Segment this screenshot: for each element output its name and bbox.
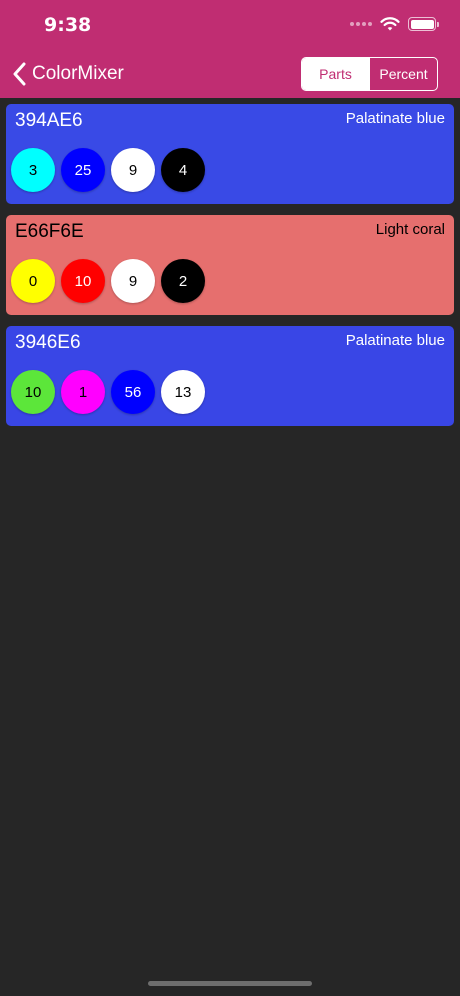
color-part-circle[interactable]: 9: [111, 259, 155, 303]
chevron-left-icon: [13, 62, 26, 86]
parts-row: 0 10 9 2: [11, 259, 205, 303]
color-part-circle[interactable]: 1: [61, 370, 105, 414]
color-mix-card[interactable]: 3946E6 Palatinate blue 10 1 56 13: [6, 326, 454, 426]
color-part-circle[interactable]: 56: [111, 370, 155, 414]
back-label: ColorMixer: [32, 63, 124, 84]
color-part-circle[interactable]: 10: [61, 259, 105, 303]
cellular-signal-icon: [350, 22, 372, 26]
color-name: Palatinate blue: [345, 110, 445, 127]
color-mix-card[interactable]: 394AE6 Palatinate blue 3 25 9 4: [6, 104, 454, 204]
parts-row: 10 1 56 13: [11, 370, 205, 414]
screen: 9:38 ColorMixer Parts Percent 394AE6 Pala…: [0, 0, 460, 996]
home-indicator: [148, 981, 312, 986]
status-icons: [350, 16, 439, 32]
color-part-circle[interactable]: 2: [161, 259, 205, 303]
back-button[interactable]: ColorMixer: [12, 60, 124, 88]
color-part-circle[interactable]: 9: [111, 148, 155, 192]
hex-code: E66F6E: [15, 221, 84, 242]
color-name: Palatinate blue: [345, 332, 445, 349]
segment-parts[interactable]: Parts: [302, 58, 369, 90]
wifi-icon: [380, 17, 400, 31]
color-part-circle[interactable]: 25: [61, 148, 105, 192]
color-part-circle[interactable]: 3: [11, 148, 55, 192]
navigation-header: 9:38 ColorMixer Parts Percent: [0, 0, 460, 98]
battery-icon: [408, 17, 439, 31]
color-mix-card[interactable]: E66F6E Light coral 0 10 9 2: [6, 215, 454, 315]
color-part-circle[interactable]: 4: [161, 148, 205, 192]
color-part-circle[interactable]: 10: [11, 370, 55, 414]
status-time: 9:38: [44, 14, 92, 36]
segment-percent[interactable]: Percent: [369, 58, 437, 90]
color-part-circle[interactable]: 0: [11, 259, 55, 303]
hex-code: 3946E6: [15, 332, 81, 353]
hex-code: 394AE6: [15, 110, 83, 131]
color-part-circle[interactable]: 13: [161, 370, 205, 414]
parts-row: 3 25 9 4: [11, 148, 205, 192]
units-segmented-control: Parts Percent: [301, 57, 438, 91]
color-name: Light coral: [375, 221, 445, 238]
